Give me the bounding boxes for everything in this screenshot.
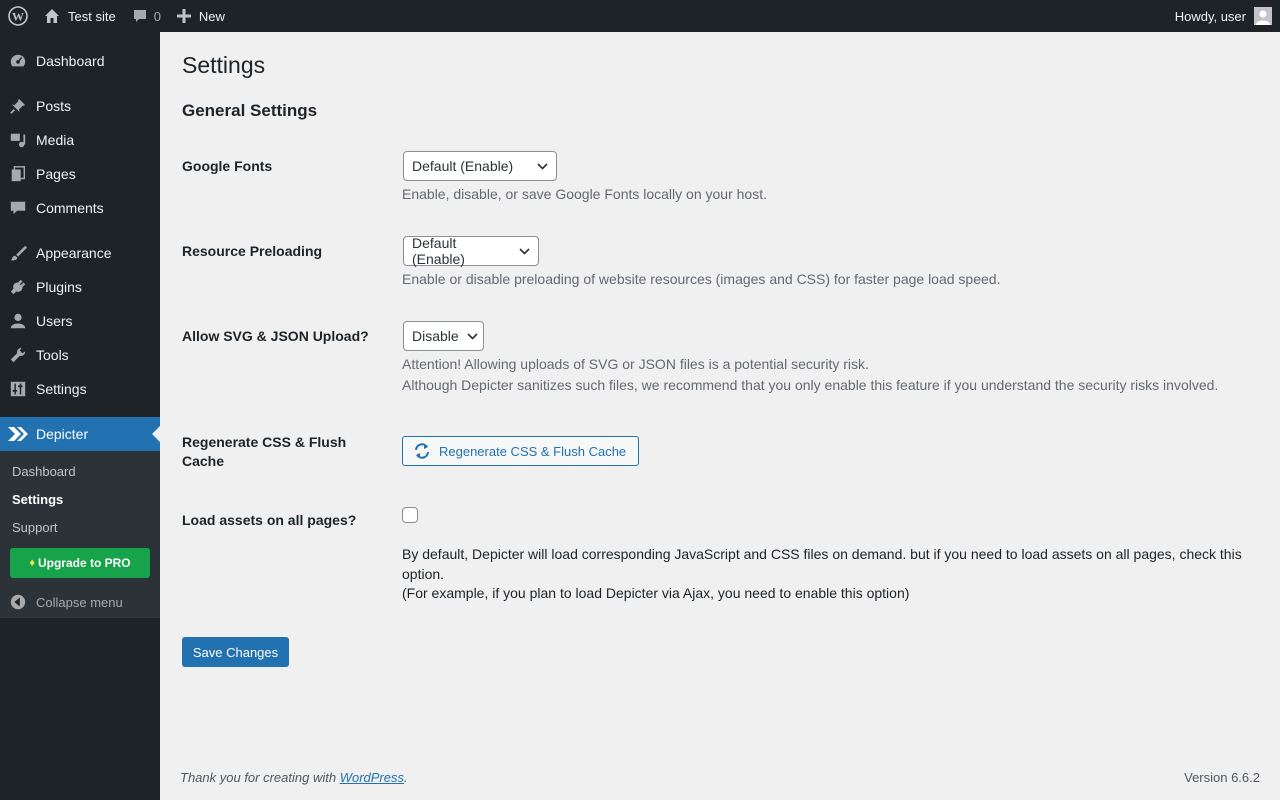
save-changes-button[interactable]: Save Changes — [182, 637, 289, 667]
sidebar-item-dashboard[interactable]: Dashboard — [0, 44, 160, 78]
sidebar-item-label: Media — [36, 132, 75, 148]
submenu-item-dashboard[interactable]: Dashboard — [12, 464, 76, 479]
sidebar-item-media[interactable]: Media — [0, 123, 160, 157]
load-assets-note: (For example, if you plan to load Depict… — [402, 585, 910, 601]
footer-thanks-period: . — [404, 770, 408, 785]
refresh-icon — [413, 443, 431, 459]
chevron-down-icon — [459, 332, 478, 340]
chevron-down-icon — [529, 162, 548, 170]
section-title: General Settings — [182, 101, 318, 120]
admin-footer: Thank you for creating with WordPress. V… — [180, 770, 1260, 785]
load-assets-label: Load assets on all pages? — [182, 512, 357, 528]
sliders-icon — [0, 380, 36, 398]
sidebar-item-plugins[interactable]: Plugins — [0, 270, 160, 304]
new-label: New — [198, 8, 225, 24]
sidebar-item-pages[interactable]: Pages — [0, 157, 160, 191]
media-icon — [0, 131, 36, 149]
svg-upload-select[interactable]: Disable — [403, 321, 484, 351]
sidebar-item-comments[interactable]: Comments — [0, 191, 160, 225]
sidebar-item-label: Tools — [36, 347, 69, 363]
collapse-menu-button[interactable]: Collapse menu — [0, 586, 160, 618]
submenu-item-settings[interactable]: Settings — [12, 492, 63, 507]
sidebar-item-depicter[interactable]: Depicter — [0, 417, 160, 451]
wordpress-link[interactable]: WordPress — [340, 770, 404, 785]
account-menu[interactable]: Howdy, user — [1167, 0, 1280, 32]
collapse-icon — [0, 593, 36, 611]
admin-sidebar: Dashboard Posts Media Pages Comments App… — [0, 32, 160, 800]
sidebar-item-label: Settings — [36, 381, 87, 397]
google-fonts-label: Google Fonts — [182, 158, 273, 174]
depicter-icon — [0, 426, 36, 442]
preloading-description: Enable or disable preloading of website … — [402, 271, 1001, 287]
regenerate-css-button[interactable]: Regenerate CSS & Flush Cache — [402, 436, 639, 466]
home-icon — [44, 8, 60, 24]
wrench-icon — [0, 346, 36, 364]
sidebar-item-label: Pages — [36, 166, 76, 182]
load-assets-description: By default, Depicter will load correspon… — [402, 546, 1242, 582]
google-fonts-select[interactable]: Default (Enable) — [403, 151, 557, 181]
brush-icon — [0, 244, 36, 262]
comments-link[interactable]: 0 — [124, 0, 169, 32]
footer-thanks-text: Thank you for creating with — [180, 770, 340, 785]
preloading-label: Resource Preloading — [182, 243, 323, 259]
comments-count: 0 — [153, 8, 161, 24]
diamond-icon: ♦ — [29, 557, 35, 569]
pages-icon — [0, 165, 36, 183]
sidebar-item-label: Users — [36, 313, 73, 329]
regenerate-button-label: Regenerate CSS & Flush Cache — [439, 443, 627, 459]
sidebar-item-label: Depicter — [36, 426, 89, 442]
svg-upload-label: Allow SVG & JSON Upload? — [182, 328, 369, 344]
admin-bar: W Test site 0 New Howdy, user — [0, 0, 1280, 32]
preloading-value: Default (Enable) — [412, 235, 465, 267]
wordpress-logo-icon[interactable]: W — [0, 0, 36, 32]
dashboard-icon — [0, 52, 36, 70]
sidebar-item-users[interactable]: Users — [0, 304, 160, 338]
svg-upload-warning: Attention! Allowing uploads of SVG or JS… — [402, 356, 869, 372]
sidebar-item-tools[interactable]: Tools — [0, 338, 160, 372]
pin-icon — [0, 97, 36, 115]
page-title: Settings — [182, 52, 266, 78]
current-menu-arrow — [152, 426, 160, 442]
preloading-select[interactable]: Default (Enable) — [403, 235, 539, 267]
google-fonts-description: Enable, disable, or save Google Fonts lo… — [402, 186, 767, 202]
sidebar-item-label: Plugins — [36, 279, 82, 295]
upgrade-label: Upgrade to PRO — [37, 556, 131, 570]
google-fonts-value: Default (Enable) — [412, 158, 514, 174]
sidebar-item-appearance[interactable]: Appearance — [0, 236, 160, 270]
greeting: Howdy, user — [1174, 8, 1246, 24]
svg-upload-description: Although Depicter sanitizes such files, … — [402, 377, 1219, 393]
user-icon — [0, 312, 36, 330]
comment-icon — [132, 8, 148, 24]
plus-icon — [176, 9, 191, 23]
sidebar-item-posts[interactable]: Posts — [0, 89, 160, 123]
plug-icon — [0, 278, 36, 296]
sidebar-item-settings[interactable]: Settings — [0, 372, 160, 406]
sidebar-item-label: Posts — [36, 98, 72, 114]
sidebar-item-label: Comments — [36, 200, 104, 216]
version-text: Version 6.6.2 — [1184, 770, 1260, 785]
site-name: Test site — [68, 8, 116, 24]
site-name-link[interactable]: Test site — [36, 0, 124, 32]
load-assets-checkbox[interactable] — [402, 507, 418, 523]
svg-upload-value: Disable — [412, 328, 459, 344]
sidebar-item-label: Dashboard — [36, 53, 105, 69]
new-content-link[interactable]: New — [169, 0, 233, 32]
svg-text:W: W — [12, 10, 24, 24]
sidebar-item-label: Appearance — [36, 245, 112, 261]
footer-thanks: Thank you for creating with WordPress. — [180, 770, 408, 785]
submenu-item-support[interactable]: Support — [12, 520, 58, 535]
avatar — [1254, 7, 1272, 25]
regenerate-label: Regenerate CSS & Flush Cache — [182, 434, 347, 469]
collapse-label: Collapse menu — [36, 594, 123, 610]
chevron-down-icon — [511, 247, 530, 255]
upgrade-to-pro-button[interactable]: ♦ Upgrade to PRO — [10, 548, 150, 578]
comment-icon — [0, 199, 36, 217]
